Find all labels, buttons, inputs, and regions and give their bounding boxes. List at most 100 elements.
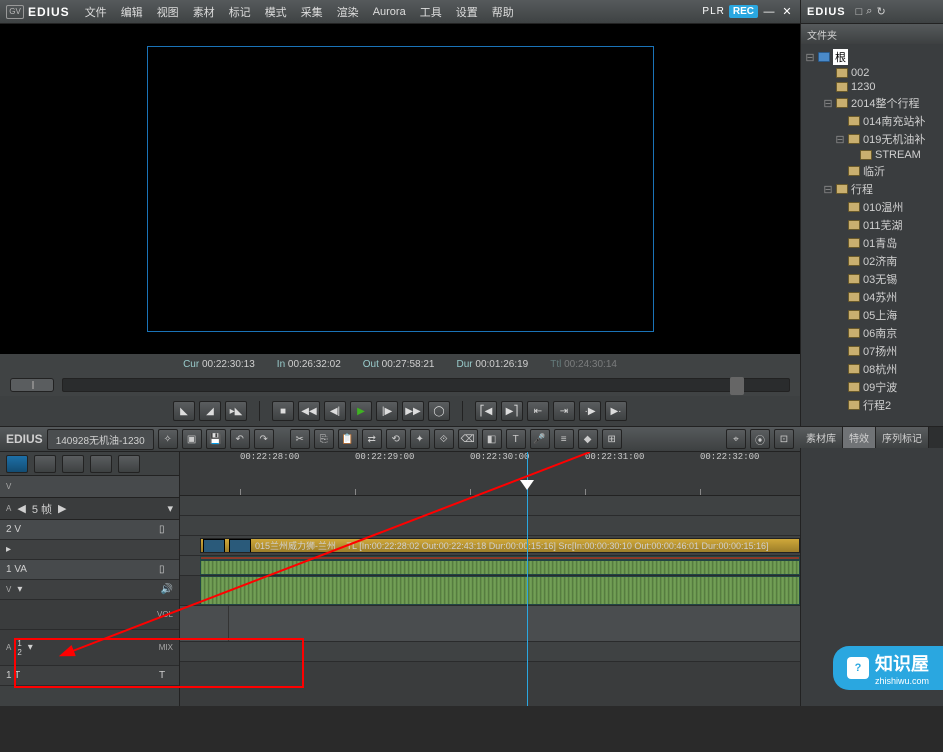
title-button[interactable]: T: [506, 429, 526, 449]
redo-button[interactable]: ↷: [254, 429, 274, 449]
tree-item[interactable]: 07扬州: [805, 342, 939, 360]
tree-item[interactable]: 临沂: [805, 162, 939, 180]
position-slider[interactable]: [62, 378, 790, 392]
jump-next-button[interactable]: ⇥: [553, 401, 575, 421]
tree-toggle-icon[interactable]: [835, 327, 845, 339]
tree-item[interactable]: ⊟2014整个行程: [805, 94, 939, 112]
tab-effects[interactable]: 特效: [843, 427, 876, 448]
jump-prev-button[interactable]: ⇤: [527, 401, 549, 421]
track-head-2v[interactable]: 2 V ▯: [0, 520, 179, 540]
menu-settings[interactable]: 设置: [451, 4, 483, 20]
split-button[interactable]: ✦: [410, 429, 430, 449]
copy-button[interactable]: ⎘: [314, 429, 334, 449]
new-button[interactable]: ✧: [158, 429, 178, 449]
video-toggle-icon[interactable]: ▯: [159, 524, 173, 536]
zoom-next-button[interactable]: ▶: [58, 502, 66, 515]
set-in-button[interactable]: ◣: [173, 401, 195, 421]
collapse-icon[interactable]: ⊟: [805, 51, 815, 64]
save-button[interactable]: 💾: [206, 429, 226, 449]
refresh-icon[interactable]: ↻: [876, 5, 885, 18]
undo-button[interactable]: ↶: [230, 429, 250, 449]
trim-button[interactable]: ⟐: [434, 429, 454, 449]
tree-item[interactable]: 06南京: [805, 324, 939, 342]
menu-file[interactable]: 文件: [80, 4, 112, 20]
ripple-button[interactable]: ⇄: [362, 429, 382, 449]
zoom-dropdown-button[interactable]: ▾: [167, 502, 173, 515]
track-head-vol[interactable]: VOL: [0, 600, 179, 630]
folder-tree[interactable]: ⊟ 根 002 1230⊟2014整个行程 014南充站补⊟019无机油补 ST…: [801, 44, 943, 418]
track-row-1va-audio[interactable]: 015兰州威力狮-兰州 TL [In:00:22:28:02 Out:00:22…: [180, 556, 800, 576]
tree-toggle-icon[interactable]: ⊟: [823, 183, 833, 196]
audio-waveform[interactable]: [200, 576, 800, 605]
tree-toggle-icon[interactable]: [835, 273, 845, 285]
transition-button[interactable]: ◧: [482, 429, 502, 449]
open-button[interactable]: ▣: [182, 429, 202, 449]
speaker-icon[interactable]: 🔊: [161, 584, 173, 595]
marker-button[interactable]: ◆: [578, 429, 598, 449]
set-out-button[interactable]: ◢: [199, 401, 221, 421]
tree-item[interactable]: 014南充站补: [805, 112, 939, 130]
rewind-button[interactable]: ◀◀: [298, 401, 320, 421]
tree-toggle-icon[interactable]: [823, 67, 833, 79]
play-button[interactable]: ▶: [350, 401, 372, 421]
loop-button[interactable]: ◯: [428, 401, 450, 421]
tree-toggle-icon[interactable]: [835, 291, 845, 303]
tree-toggle-icon[interactable]: [835, 201, 845, 213]
search-icon[interactable]: ⌕: [866, 5, 872, 18]
mode-multicam-button[interactable]: [62, 455, 84, 473]
tab-library[interactable]: 素材库: [800, 427, 843, 448]
track-head-1va-sub[interactable]: V ▾ 🔊: [0, 580, 179, 600]
track-row-2v-sub[interactable]: [180, 516, 800, 536]
slider-marker[interactable]: [730, 377, 744, 395]
menu-marker[interactable]: 标记: [224, 4, 256, 20]
audio-waveform[interactable]: [200, 560, 800, 575]
render-button[interactable]: ⊞: [602, 429, 622, 449]
effects-button[interactable]: ≡: [554, 429, 574, 449]
close-button[interactable]: ✕: [780, 5, 794, 19]
track-head-a12[interactable]: A 1 2 ▾ MIX: [0, 630, 179, 666]
track-head-1t[interactable]: 1 T T: [0, 666, 179, 686]
menu-capture[interactable]: 采集: [296, 4, 328, 20]
menu-mode[interactable]: 模式: [260, 4, 292, 20]
forward-button[interactable]: ▶▶: [402, 401, 424, 421]
tree-toggle-icon[interactable]: [835, 237, 845, 249]
stop-button[interactable]: ■: [272, 401, 294, 421]
replace-button[interactable]: ⟲: [386, 429, 406, 449]
tree-item[interactable]: 01青岛: [805, 234, 939, 252]
tree-item[interactable]: 1230: [805, 80, 939, 94]
goto-in-button[interactable]: ▸◣: [225, 401, 247, 421]
tree-item[interactable]: 08杭州: [805, 360, 939, 378]
tree-item[interactable]: 002: [805, 66, 939, 80]
timeline-tracks[interactable]: 序列1 序列2 序列3 00:22:28:00 00:22:29:00 00:2…: [180, 452, 800, 706]
zoom-prev-button[interactable]: ◀: [17, 502, 25, 515]
menu-clip[interactable]: 素材: [188, 4, 220, 20]
mode-normal-button[interactable]: [6, 455, 28, 473]
tab-seq-markers[interactable]: 序列标记: [876, 427, 929, 448]
tree-item[interactable]: 011芜湖: [805, 216, 939, 234]
tree-toggle-icon[interactable]: ⊟: [835, 133, 845, 146]
expand-icon[interactable]: ▾: [17, 584, 22, 595]
timeline-ruler[interactable]: 00:22:28:00 00:22:29:00 00:22:30:00 00:2…: [180, 452, 800, 496]
tree-item[interactable]: 04苏州: [805, 288, 939, 306]
paste-button[interactable]: 📋: [338, 429, 358, 449]
folder-icon[interactable]: □: [856, 6, 863, 18]
tree-item[interactable]: 010温州: [805, 198, 939, 216]
menu-help[interactable]: 帮助: [487, 4, 519, 20]
snap-button[interactable]: ⌖: [726, 429, 746, 449]
mode-ripple-button[interactable]: [90, 455, 112, 473]
prev-edit-button[interactable]: ⎡◀: [475, 401, 497, 421]
menu-edit[interactable]: 编辑: [116, 4, 148, 20]
track-row-1t[interactable]: [180, 642, 800, 662]
track-row-2v[interactable]: [180, 496, 800, 516]
expand-icon[interactable]: ▸: [6, 544, 11, 555]
tree-toggle-icon[interactable]: [835, 363, 845, 375]
track-head-1va[interactable]: 1 VA ▯: [0, 560, 179, 580]
tree-toggle-icon[interactable]: [835, 345, 845, 357]
menu-render[interactable]: 渲染: [332, 4, 364, 20]
tree-item[interactable]: STREAM: [805, 148, 939, 162]
tree-toggle-icon[interactable]: [847, 149, 857, 161]
tree-item[interactable]: 09宁波: [805, 378, 939, 396]
delete-button[interactable]: ⌫: [458, 429, 478, 449]
tree-item[interactable]: ⊟019无机油补: [805, 130, 939, 148]
tree-toggle-icon[interactable]: ⊟: [823, 97, 833, 110]
